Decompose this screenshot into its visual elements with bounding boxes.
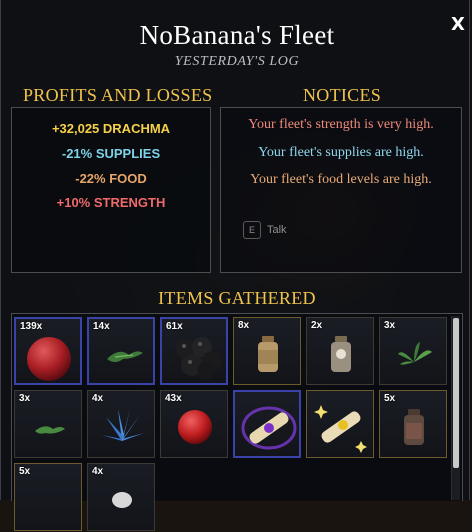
- notice-supplies: Your fleet's supplies are high.: [258, 145, 424, 160]
- item-slot[interactable]: 43x: [160, 390, 228, 458]
- items-heading: ITEMS GATHERED: [158, 288, 316, 308]
- item-slot[interactable]: [233, 390, 301, 458]
- purple-scroll-icon: [241, 406, 297, 450]
- window-title: NoBanana's Fleet: [139, 20, 335, 50]
- profit-line-strength: +10% STRENGTH: [56, 195, 166, 210]
- profit-line-drachma: +32,025 DRACHMA: [51, 121, 171, 136]
- item-slot[interactable]: 139x: [14, 317, 82, 385]
- item-slot[interactable]: 5x: [14, 463, 82, 531]
- items-scrollbar[interactable]: [451, 316, 460, 500]
- item-quantity: 3x: [19, 393, 31, 404]
- item-quantity: 4x: [92, 466, 104, 477]
- item-quantity: 61x: [166, 321, 183, 332]
- item-quantity: 4x: [92, 393, 104, 404]
- close-button[interactable]: X: [447, 14, 469, 36]
- item-quantity: 5x: [384, 393, 396, 404]
- talk-label: Talk: [267, 223, 287, 236]
- item-quantity: 3x: [384, 320, 396, 331]
- item-slot[interactable]: 4x: [87, 390, 155, 458]
- item-slot[interactable]: 3x: [14, 390, 82, 458]
- item-quantity: 5x: [19, 466, 31, 477]
- profit-line-supplies: -21% SUPPLIES: [61, 146, 161, 161]
- item-slot[interactable]: 61x: [160, 317, 228, 385]
- notices-panel: Your fleet's strength is very high. Your…: [220, 107, 462, 273]
- profits-panel: +32,025 DRACHMA -21% SUPPLIES -22% FOOD …: [11, 107, 211, 273]
- item-slot[interactable]: 5x: [379, 390, 447, 458]
- notices-heading: NOTICES: [303, 85, 382, 105]
- talk-prompt: E Talk: [243, 221, 287, 241]
- items-scroll-thumb[interactable]: [453, 318, 459, 468]
- talk-key: E: [243, 221, 261, 239]
- notice-strength: Your fleet's strength is very high.: [248, 117, 434, 132]
- fleet-log-window: NoBanana's Fleet YESTERDAY'S LOG X PROFI…: [0, 0, 470, 531]
- item-slot[interactable]: [306, 390, 374, 458]
- item-quantity: 2x: [311, 320, 323, 331]
- item-quantity: 43x: [165, 393, 182, 404]
- item-quantity: 8x: [238, 320, 250, 331]
- window-subtitle: YESTERDAY'S LOG: [174, 54, 300, 69]
- item-quantity: 14x: [93, 321, 110, 332]
- profits-heading: PROFITS AND LOSSES: [23, 85, 213, 105]
- item-slot[interactable]: 14x: [87, 317, 155, 385]
- gold-scroll-icon: [314, 405, 367, 453]
- profit-line-food: -22% FOOD: [75, 171, 147, 186]
- item-slot[interactable]: 3x: [379, 317, 447, 385]
- item-slot[interactable]: 8x: [233, 317, 301, 385]
- item-quantity: 139x: [20, 321, 43, 332]
- notice-food: Your fleet's food levels are high.: [250, 172, 432, 187]
- item-slot[interactable]: 4x: [87, 463, 155, 531]
- item-slot[interactable]: 2x: [306, 317, 374, 385]
